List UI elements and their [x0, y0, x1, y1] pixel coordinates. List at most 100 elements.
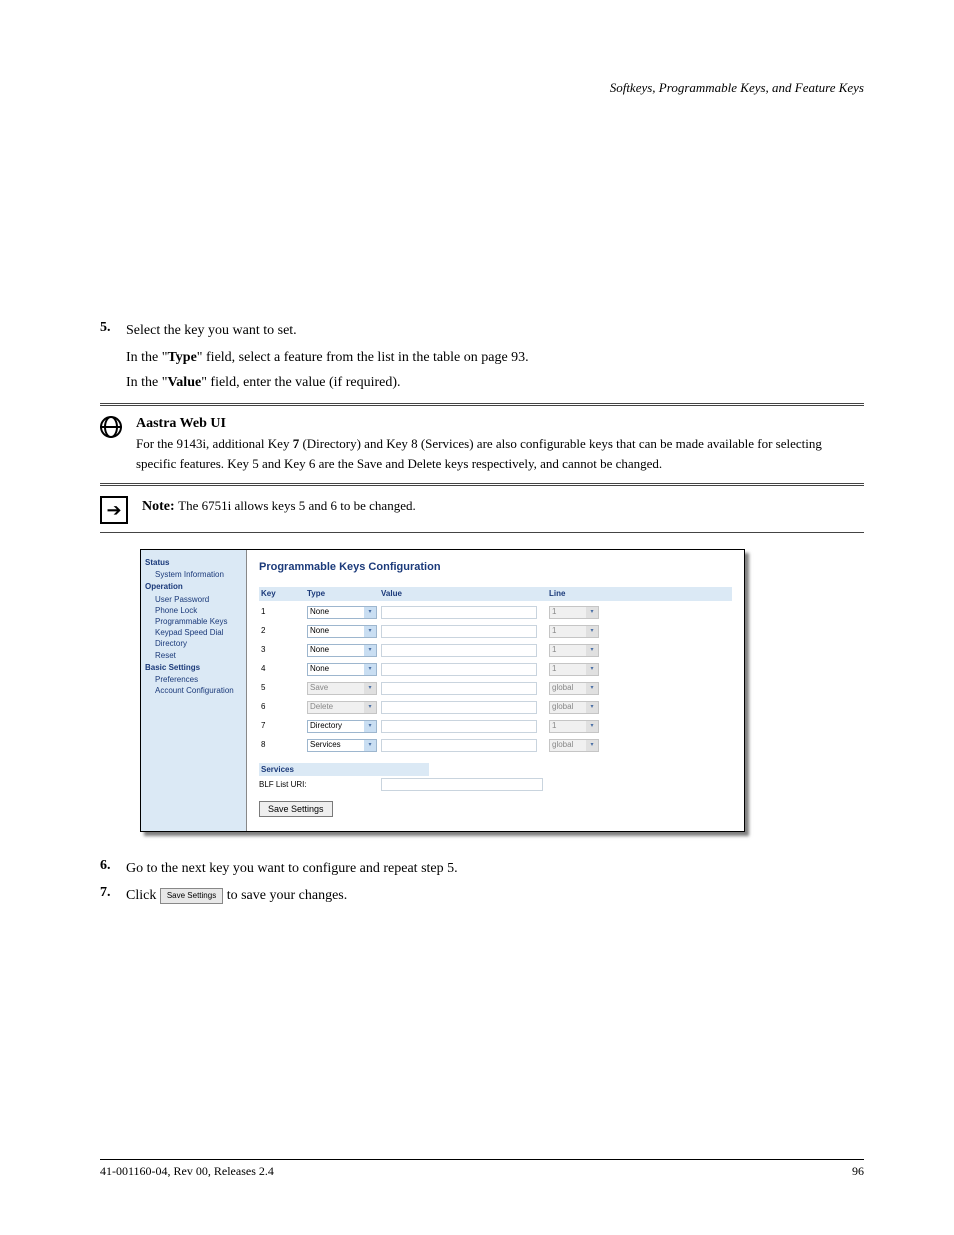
- text-part: In the ": [126, 375, 167, 390]
- chevron-down-icon: [586, 721, 598, 732]
- cell-type: None: [305, 624, 379, 639]
- type-select[interactable]: None: [307, 663, 377, 676]
- callout-content: Note: The 6751i allows keys 5 and 6 to b…: [142, 496, 416, 516]
- chevron-down-icon: [586, 626, 598, 637]
- screenshot-table-header: Key Type Value Line: [259, 587, 732, 600]
- callout-title: Note:: [142, 499, 175, 514]
- blf-input[interactable]: [381, 778, 543, 791]
- step-5-bullet-1: In the "Type" field, select a feature fr…: [126, 347, 864, 368]
- chevron-down-icon: [586, 702, 598, 713]
- type-select-value: None: [310, 606, 329, 617]
- line-select-value: 1: [552, 644, 556, 655]
- cell-value: [379, 738, 547, 753]
- cell-key: 6: [259, 700, 305, 713]
- screenshot-table-body: 1None12None13None14None15Saveglobal6Dele…: [259, 605, 732, 753]
- divider: [100, 483, 864, 486]
- table-row: 5 Save global: [259, 681, 732, 696]
- cell-value: [379, 643, 547, 658]
- callout-note: ➔ Note: The 6751i allows keys 5 and 6 to…: [100, 496, 864, 524]
- save-settings-button[interactable]: Save Settings: [259, 801, 333, 818]
- step-number: 5.: [100, 320, 126, 336]
- value-input[interactable]: [381, 682, 537, 695]
- divider: [100, 403, 864, 406]
- page-content: 5. Select the key you want to set. In th…: [100, 320, 864, 906]
- cell-key: 8: [259, 738, 305, 751]
- cell-key: 4: [259, 662, 305, 675]
- value-input[interactable]: [381, 644, 537, 657]
- cell-key: 7: [259, 719, 305, 732]
- step-7: 7. Click Save Settings to save your chan…: [100, 885, 864, 906]
- screenshot-programmable-keys: Status System Information Operation User…: [140, 549, 745, 832]
- cell-line: 1: [547, 643, 601, 658]
- sidebar-item[interactable]: Phone Lock: [141, 605, 246, 616]
- line-select-value: 1: [552, 606, 556, 617]
- document-page: Softkeys, Programmable Keys, and Feature…: [0, 0, 954, 1235]
- th-value: Value: [379, 587, 547, 600]
- cell-value: [379, 719, 547, 734]
- sidebar-item[interactable]: Account Configuration: [141, 685, 246, 696]
- table-row: 7Directory1: [259, 719, 732, 734]
- cell-value: [379, 662, 547, 677]
- sidebar-item[interactable]: Directory: [141, 638, 246, 649]
- line-select-value: 1: [552, 663, 556, 674]
- step-5: 5. Select the key you want to set.: [100, 320, 864, 341]
- cell-type: Delete: [305, 700, 379, 715]
- screenshot-sidebar: Status System Information Operation User…: [141, 550, 247, 831]
- cell-value: [379, 700, 547, 715]
- chevron-down-icon: [586, 664, 598, 675]
- cell-key: 5: [259, 681, 305, 694]
- step-number: 6.: [100, 858, 126, 874]
- type-select-value: None: [310, 644, 329, 655]
- sidebar-item[interactable]: System Information: [141, 569, 246, 580]
- value-input[interactable]: [381, 625, 537, 638]
- type-select-value: Delete: [310, 701, 333, 712]
- chevron-down-icon: [364, 683, 376, 694]
- type-select-value: None: [310, 663, 329, 674]
- step-6: 6. Go to the next key you want to config…: [100, 858, 864, 879]
- type-select-value: Save: [310, 682, 328, 693]
- line-select: global: [549, 701, 599, 714]
- chevron-down-icon: [364, 721, 376, 732]
- blf-label: BLF List URI:: [259, 779, 329, 790]
- sidebar-item[interactable]: Keypad Speed Dial: [141, 627, 246, 638]
- sidebar-item[interactable]: User Password: [141, 594, 246, 605]
- type-select-value: None: [310, 625, 329, 636]
- sidebar-item[interactable]: Programmable Keys: [141, 616, 246, 627]
- callout-body: For the 9143i, additional Key 7 (Directo…: [136, 434, 864, 473]
- value-input[interactable]: [381, 701, 537, 714]
- value-input[interactable]: [381, 606, 537, 619]
- callout-body: The 6751i allows keys 5 and 6 to be chan…: [178, 498, 416, 513]
- table-row: 8Services global: [259, 738, 732, 753]
- chevron-down-icon: [364, 702, 376, 713]
- type-select[interactable]: None: [307, 625, 377, 638]
- line-select-value: global: [552, 682, 573, 693]
- globe-icon: [100, 416, 122, 438]
- line-select: 1: [549, 663, 599, 676]
- type-select[interactable]: Services: [307, 739, 377, 752]
- type-select: Save: [307, 682, 377, 695]
- type-select[interactable]: Directory: [307, 720, 377, 733]
- cell-value: [379, 681, 547, 696]
- step-number: 7.: [100, 885, 126, 901]
- table-row: 4 None 1: [259, 662, 732, 677]
- type-select[interactable]: None: [307, 606, 377, 619]
- value-input[interactable]: [381, 663, 537, 676]
- table-row: 2None1: [259, 624, 732, 639]
- sidebar-item[interactable]: Reset: [141, 650, 246, 661]
- sidebar-item[interactable]: Preferences: [141, 674, 246, 685]
- cell-key: 1: [259, 605, 305, 618]
- arrow-right-icon: ➔: [100, 496, 128, 524]
- cell-type: None: [305, 605, 379, 620]
- cell-value: [379, 605, 547, 620]
- cell-value: [379, 624, 547, 639]
- cell-line: global: [547, 681, 601, 696]
- type-select[interactable]: None: [307, 644, 377, 657]
- cell-line: global: [547, 738, 601, 753]
- text-part: " field, enter the value (if required).: [201, 375, 400, 390]
- value-input[interactable]: [381, 720, 537, 733]
- footer-rule: [100, 1159, 864, 1160]
- text-part: For the 9143i, additional Key: [136, 436, 293, 451]
- value-input[interactable]: [381, 739, 537, 752]
- screenshot-main: Programmable Keys Configuration Key Type…: [247, 550, 744, 831]
- cell-type: Save: [305, 681, 379, 696]
